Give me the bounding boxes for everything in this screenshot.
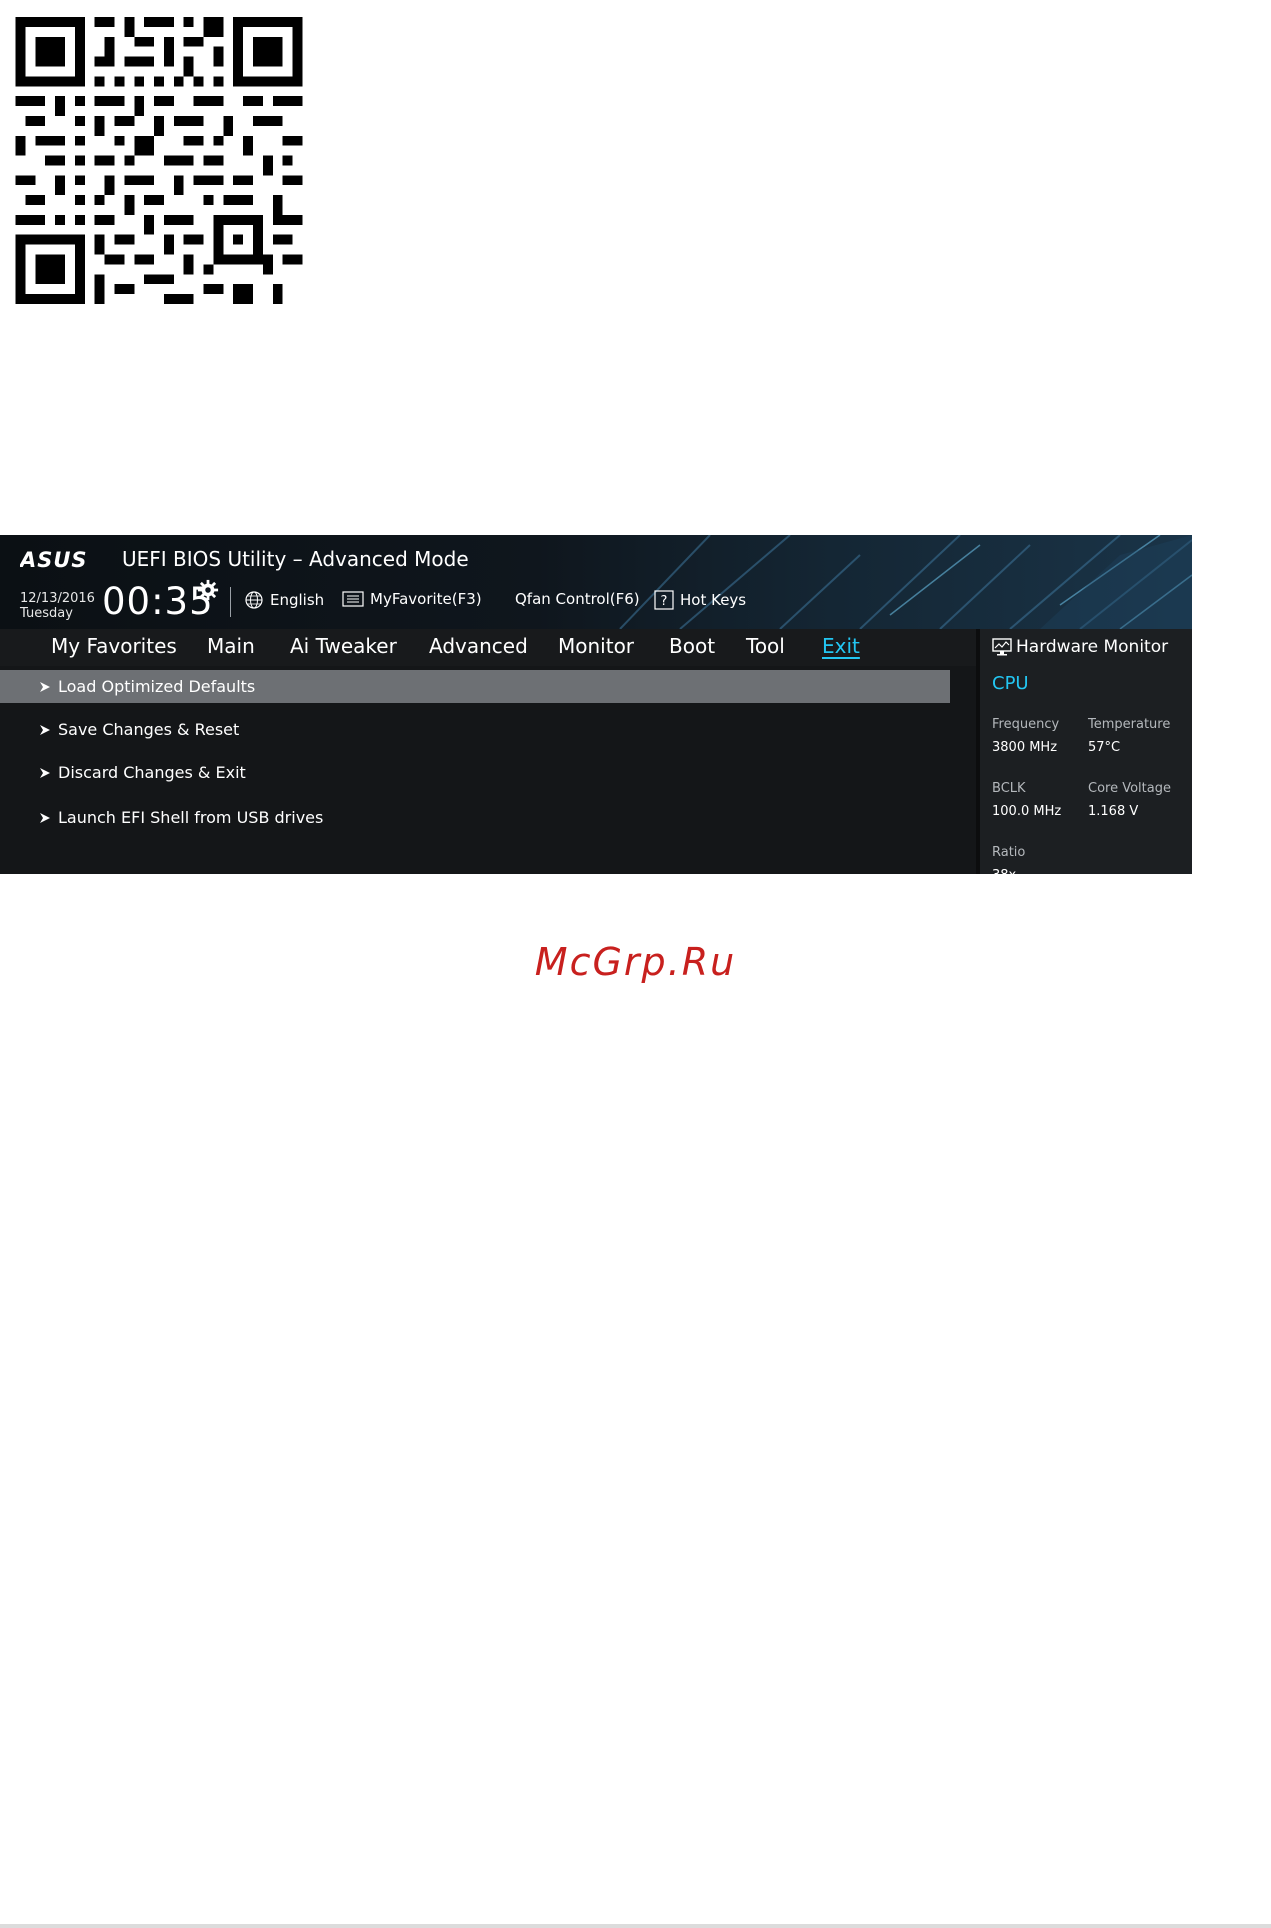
language-label: English (270, 591, 325, 609)
watermark-text: McGrp.Ru (534, 940, 737, 984)
toolbar-separator (230, 587, 231, 617)
tab-advanced[interactable]: Advanced (429, 634, 528, 658)
menu-item-save-changes-reset[interactable]: Save Changes & Reset (0, 713, 950, 746)
ratio-label: Ratio (992, 845, 1026, 860)
arrow-right-icon (40, 724, 50, 735)
qfan-control-button[interactable]: Qfan Control(F6) (515, 590, 640, 608)
bclk-value: 100.0 MHz (992, 804, 1062, 819)
hardware-monitor-panel: Hardware Monitor CPU Frequency 3800 MHz … (980, 629, 1192, 874)
tab-boot[interactable]: Boot (669, 634, 715, 658)
bios-header: ASUS UEFI BIOS Utility – Advanced Mode 1… (0, 535, 1192, 629)
footer-divider (0, 1924, 1271, 1928)
frequency-value: 3800 MHz (992, 740, 1058, 755)
header-decoration (619, 535, 1192, 629)
main-nav: My Favorites Main Ai Tweaker Advanced Mo… (0, 629, 976, 667)
myfavorite-label: MyFavorite(F3) (370, 590, 482, 608)
tab-monitor[interactable]: Monitor (558, 634, 634, 658)
globe-icon (245, 591, 263, 609)
monitor-icon (992, 638, 1012, 656)
temperature-label: Temperature (1088, 717, 1171, 732)
tab-my-favorites[interactable]: My Favorites (51, 634, 177, 658)
menu-item-discard-changes-exit[interactable]: Discard Changes & Exit (0, 756, 950, 789)
arrow-right-icon (40, 767, 50, 778)
cpu-section-title: CPU (992, 673, 1029, 694)
ratio-value: 38x (992, 868, 1016, 874)
tab-exit[interactable]: Exit (822, 634, 860, 658)
qr-code-icon (15, 17, 303, 304)
tab-tool[interactable]: Tool (746, 634, 785, 658)
help-icon: ? (654, 590, 674, 610)
bclk-label: BCLK (992, 781, 1026, 796)
menu-item-launch-efi-shell[interactable]: Launch EFI Shell from USB drives (0, 801, 950, 834)
hardware-monitor-header: Hardware Monitor (992, 637, 1168, 657)
svg-text:ASUS: ASUS (20, 549, 88, 571)
list-icon (342, 591, 364, 607)
hot-keys-label: Hot Keys (680, 591, 747, 609)
menu-item-label: Discard Changes & Exit (58, 763, 246, 782)
day-text: Tuesday (20, 606, 73, 621)
tab-ai-tweaker[interactable]: Ai Tweaker (290, 634, 397, 658)
temperature-value: 57°C (1088, 740, 1121, 755)
core-voltage-value: 1.168 V (1088, 804, 1139, 819)
arrow-right-icon (40, 681, 50, 692)
qfan-label: Qfan Control(F6) (515, 590, 640, 608)
menu-item-label: Load Optimized Defaults (58, 677, 256, 696)
asus-logo: ASUS (20, 549, 88, 571)
core-voltage-label: Core Voltage (1088, 781, 1171, 796)
date-text: 12/13/2016 (20, 591, 95, 606)
hot-keys-button[interactable]: ? Hot Keys (654, 590, 746, 610)
menu-item-label: Launch EFI Shell from USB drives (58, 808, 324, 827)
myfavorite-button[interactable]: MyFavorite(F3) (342, 590, 482, 608)
menu-item-load-optimized-defaults[interactable]: Load Optimized Defaults (0, 670, 950, 703)
arrow-right-icon (40, 812, 50, 823)
bios-title: UEFI BIOS Utility – Advanced Mode (122, 547, 469, 571)
bios-screenshot: ASUS UEFI BIOS Utility – Advanced Mode 1… (0, 535, 1192, 874)
language-button[interactable]: English (244, 590, 324, 610)
gear-icon[interactable] (197, 579, 219, 601)
menu-item-label: Save Changes & Reset (58, 720, 240, 739)
frequency-label: Frequency (992, 717, 1060, 732)
exit-menu: Load Optimized Defaults Save Changes & R… (0, 666, 976, 874)
tab-main[interactable]: Main (207, 634, 255, 658)
svg-text:?: ? (661, 594, 668, 609)
hardware-monitor-title: Hardware Monitor (1016, 637, 1169, 657)
